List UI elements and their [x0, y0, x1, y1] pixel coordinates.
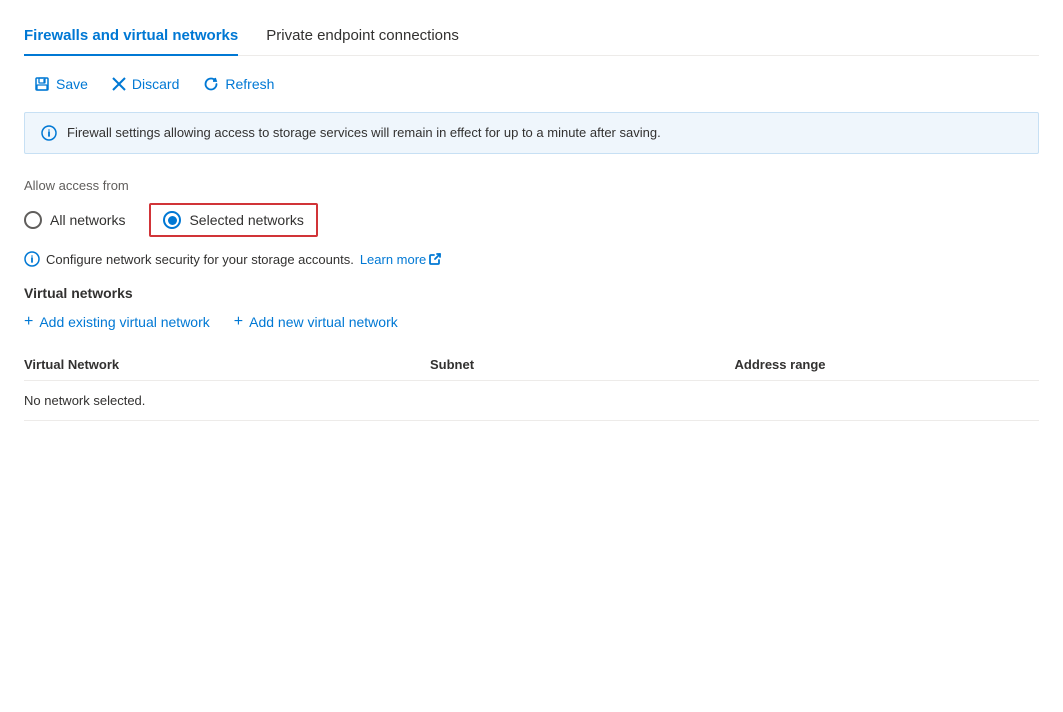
- add-existing-icon: +: [24, 313, 33, 331]
- toolbar: Save Discard Refresh: [24, 56, 1039, 112]
- allow-access-label: Allow access from: [24, 178, 1039, 193]
- col-header-vnet: Virtual Network: [24, 349, 430, 381]
- radio-selected-networks[interactable]: Selected networks: [149, 203, 317, 237]
- virtual-networks-title: Virtual networks: [24, 285, 1039, 301]
- radio-all-networks-indicator: [24, 211, 42, 229]
- save-label: Save: [56, 76, 88, 92]
- radio-selected-networks-label: Selected networks: [189, 212, 303, 228]
- add-new-icon: +: [234, 313, 243, 331]
- configure-line: Configure network security for your stor…: [24, 251, 1039, 267]
- tab-private-endpoints[interactable]: Private endpoint connections: [266, 17, 459, 56]
- radio-all-networks-label: All networks: [50, 212, 125, 228]
- discard-icon: [112, 77, 126, 91]
- discard-label: Discard: [132, 76, 179, 92]
- external-link-icon: [429, 253, 441, 265]
- info-banner-text: Firewall settings allowing access to sto…: [67, 125, 661, 140]
- access-radio-group: All networks Selected networks: [24, 203, 1039, 237]
- discard-button[interactable]: Discard: [102, 70, 189, 98]
- tabs-container: Firewalls and virtual networks Private e…: [24, 16, 1039, 56]
- table-header-row: Virtual Network Subnet Address range: [24, 349, 1039, 381]
- add-buttons-container: + Add existing virtual network + Add new…: [24, 313, 1039, 331]
- virtual-networks-section: Virtual networks + Add existing virtual …: [24, 285, 1039, 421]
- save-icon: [34, 76, 50, 92]
- info-banner: Firewall settings allowing access to sto…: [24, 112, 1039, 154]
- refresh-label: Refresh: [225, 76, 274, 92]
- col-header-subnet: Subnet: [430, 349, 735, 381]
- access-section: Allow access from All networks Selected …: [24, 178, 1039, 267]
- virtual-networks-table: Virtual Network Subnet Address range No …: [24, 349, 1039, 421]
- add-existing-label: Add existing virtual network: [39, 314, 209, 330]
- learn-more-label: Learn more: [360, 252, 426, 267]
- col-header-address: Address range: [735, 349, 1040, 381]
- add-existing-vnet-button[interactable]: + Add existing virtual network: [24, 313, 210, 331]
- no-network-message: No network selected.: [24, 381, 1039, 421]
- table-empty-row: No network selected.: [24, 381, 1039, 421]
- learn-more-link[interactable]: Learn more: [360, 252, 441, 267]
- info-icon: [41, 125, 57, 141]
- configure-info-icon: [24, 251, 40, 267]
- add-new-label: Add new virtual network: [249, 314, 398, 330]
- refresh-icon: [203, 76, 219, 92]
- configure-text: Configure network security for your stor…: [46, 252, 354, 267]
- add-new-vnet-button[interactable]: + Add new virtual network: [234, 313, 398, 331]
- save-button[interactable]: Save: [24, 70, 98, 98]
- page-container: Firewalls and virtual networks Private e…: [0, 0, 1063, 712]
- radio-all-networks[interactable]: All networks: [24, 211, 125, 229]
- refresh-button[interactable]: Refresh: [193, 70, 284, 98]
- tab-firewalls[interactable]: Firewalls and virtual networks: [24, 17, 238, 56]
- radio-selected-networks-indicator: [163, 211, 181, 229]
